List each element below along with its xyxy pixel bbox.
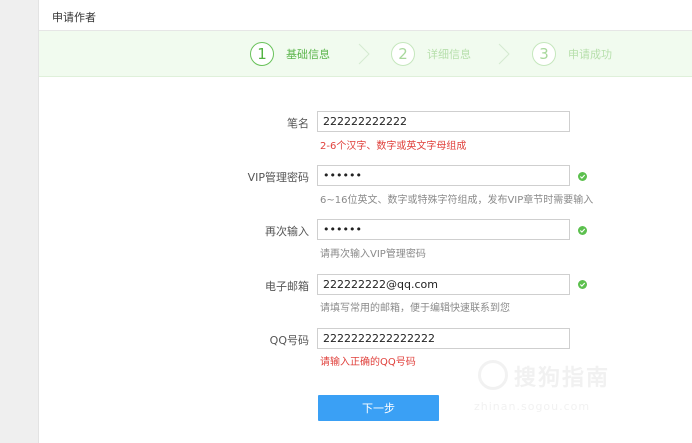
step-number: 3 [532, 42, 556, 66]
watermark-title: 搜狗指南 [514, 366, 611, 391]
chevron-right-icon [358, 43, 370, 65]
penname-error: 2-6个汉字、数字或英文字母组成 [320, 141, 467, 152]
email-hint: 请填写常用的邮箱，便于编辑快速联系到您 [320, 303, 510, 314]
qq-input[interactable]: 2222222222222222 [317, 328, 570, 349]
email-label: 电子邮箱 [265, 280, 309, 293]
step-label: 申请成功 [568, 48, 612, 61]
qq-label: QQ号码 [269, 334, 309, 347]
confirm-password-input[interactable]: •••••• [317, 219, 570, 240]
next-step-button[interactable]: 下一步 [318, 395, 439, 421]
step-number: 1 [250, 42, 274, 66]
check-circle-icon [578, 226, 587, 235]
qq-error: 请输入正确的QQ号码 [320, 357, 416, 368]
watermark-url: zhinan.sogou.com [474, 400, 591, 413]
panel-header: 申请作者 [39, 0, 692, 31]
vip-password-hint: 6~16位英文、数字或特殊字符组成，发布VIP章节时需要输入 [320, 195, 594, 206]
check-circle-icon [578, 172, 587, 181]
step-detail-info: 2 详细信息 [391, 42, 471, 66]
penname-label: 笔名 [287, 117, 309, 130]
step-basic-info: 1 基础信息 [250, 42, 330, 66]
step-label: 详细信息 [427, 48, 471, 61]
step-progress: 1 基础信息 2 详细信息 3 申请成功 [39, 31, 692, 77]
email-input[interactable]: 222222222@qq.com [317, 274, 570, 295]
vip-password-label: VIP管理密码 [247, 171, 309, 184]
step-label: 基础信息 [286, 48, 330, 61]
page-title: 申请作者 [52, 11, 96, 24]
sogou-logo-icon [478, 360, 508, 390]
penname-input[interactable]: 222222222222 [317, 111, 570, 132]
step-number: 2 [391, 42, 415, 66]
chevron-right-icon [498, 43, 510, 65]
vip-password-input[interactable]: •••••• [317, 165, 570, 186]
watermark: 搜狗指南 zhinan.sogou.com [474, 356, 684, 426]
confirm-password-label: 再次输入 [265, 225, 309, 238]
step-success: 3 申请成功 [532, 42, 612, 66]
confirm-password-hint: 请再次输入VIP管理密码 [320, 249, 426, 260]
check-circle-icon [578, 280, 587, 289]
